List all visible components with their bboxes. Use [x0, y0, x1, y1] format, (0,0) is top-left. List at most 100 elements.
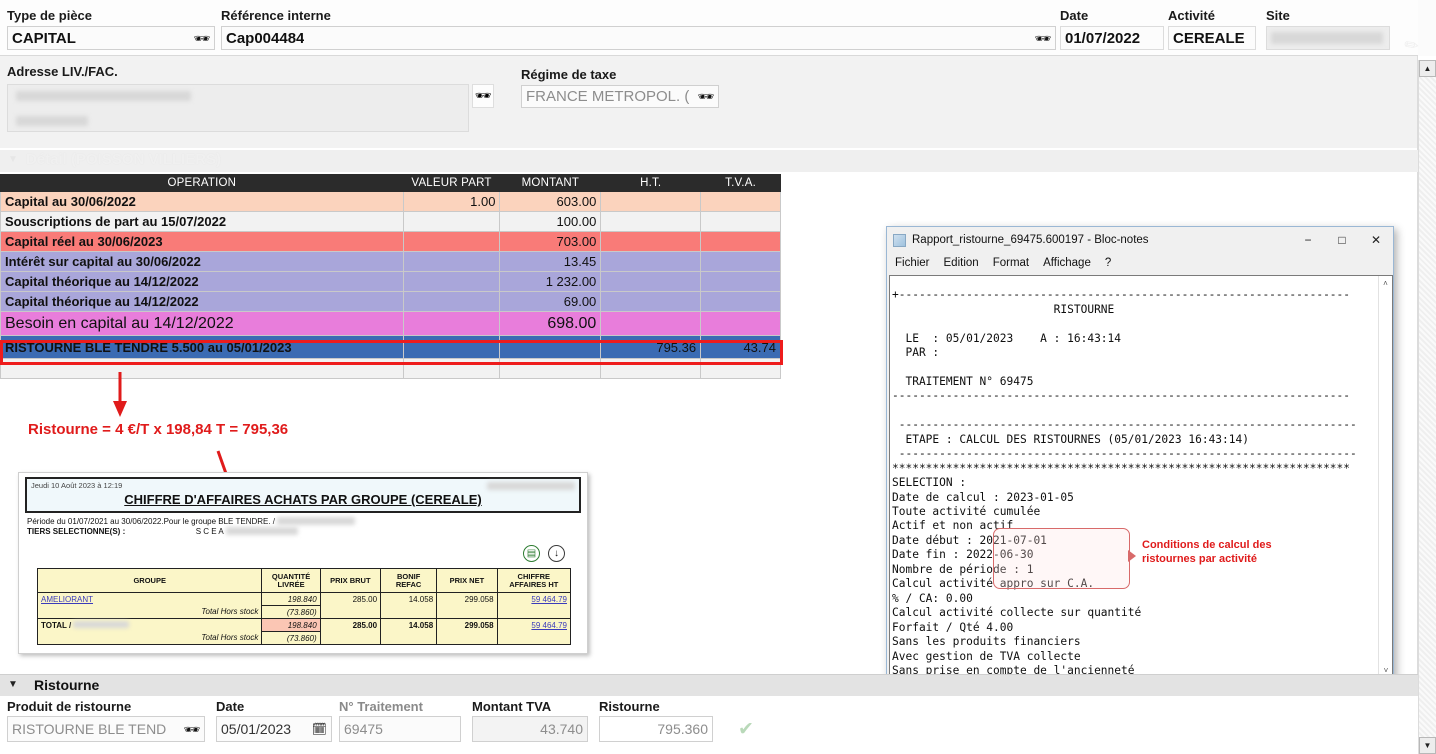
col-operation[interactable]: OPERATION [1, 175, 404, 192]
report-row: Total Hors stock (73.860) [38, 606, 571, 619]
download-icon[interactable]: ↓ [548, 545, 565, 562]
rep-col-prix-net[interactable]: PRIX NET [437, 569, 497, 593]
activite-field[interactable]: CEREALE [1168, 26, 1256, 50]
site-label: Site [1266, 8, 1290, 23]
menu-format[interactable]: Format [993, 257, 1029, 269]
rep-col-groupe-l1: GROUPE [39, 577, 260, 585]
report-tiers-label: TIERS SELECTIONNE(S) : [27, 527, 125, 536]
cell-tva [701, 192, 781, 212]
check-circle-icon[interactable]: ✔ [738, 718, 754, 741]
ristourne-amount-value: 795.360 [657, 721, 708, 737]
table-row[interactable]: Capital au 30/06/2022 1.00 603.00 [1, 192, 781, 212]
calendar-icon[interactable]: 🗓 [312, 723, 327, 735]
menu-edition[interactable]: Edition [944, 257, 979, 269]
maximize-button[interactable]: □ [1325, 227, 1359, 253]
rep-col-bonif[interactable]: BONIF REFAC [381, 569, 437, 593]
rep-cell-empty [320, 606, 380, 619]
rep-cell-empty [497, 606, 570, 619]
cell-tva [701, 252, 781, 272]
notepad-menubar[interactable]: Fichier Edition Format Affichage ? [887, 253, 1393, 273]
report-tiers-value: S C E A [196, 527, 224, 536]
rep-col-quantite[interactable]: QUANTITÉ LIVRÉE [262, 569, 320, 593]
date-field[interactable]: 01/07/2022 [1060, 26, 1164, 50]
collapse-caret-icon[interactable]: ▼ [8, 154, 18, 165]
rep-cell-groupe-link[interactable]: AMELIORANT [41, 595, 93, 604]
reference-interne-field[interactable]: Cap004484 🕶 [221, 26, 1056, 50]
printer-icon[interactable]: ▤ [523, 545, 540, 562]
scroll-up-button[interactable]: ▲ [1419, 60, 1436, 77]
collapse-caret-icon[interactable]: ▼ [8, 679, 18, 690]
table-row[interactable]: Capital théorique au 14/12/2022 69.00 [1, 292, 781, 312]
menu-aide[interactable]: ? [1105, 257, 1111, 269]
report-toolbar[interactable]: ▤ ↓ [523, 545, 565, 562]
ristourne-section-header[interactable]: ▼ Ristourne [0, 674, 1418, 696]
type-piece-field[interactable]: CAPITAL 🕶 [7, 26, 215, 50]
col-montant[interactable]: MONTANT [500, 175, 601, 192]
table-row[interactable]: Besoin en capital au 14/12/2022 698.00 [1, 312, 781, 336]
detail-section-header[interactable]: ▼ Détail (POISSON VILLIERS) [0, 150, 1418, 172]
report-row[interactable]: AMELIORANT 198.840 285.00 14.058 299.058… [38, 593, 571, 606]
table-row[interactable]: Capital réel au 30/06/2023 703.00 [1, 232, 781, 252]
notepad-title: Rapport_ristourne_69475.600197 - Bloc-no… [912, 234, 1149, 246]
window-controls[interactable]: − □ ✕ [1291, 227, 1393, 253]
binoculars-icon[interactable]: 🕶 [1034, 32, 1051, 45]
table-row[interactable]: Souscriptions de part au 15/07/2022 100.… [1, 212, 781, 232]
ristourne-panel: Produit de ristourne RISTOURNE BLE TEND … [0, 696, 1418, 754]
rep-col-ca[interactable]: CHIFFRE AFFAIRES HT [497, 569, 570, 593]
adresse-field[interactable] [7, 84, 469, 132]
produit-ristourne-field[interactable]: RISTOURNE BLE TEND 🕶 [7, 716, 205, 742]
notepad-window[interactable]: Rapport_ristourne_69475.600197 - Bloc-no… [886, 226, 1394, 726]
rep-col-prix-brut[interactable]: PRIX BRUT [320, 569, 380, 593]
table-row[interactable]: Capital théorique au 14/12/2022 1 232.00 [1, 272, 781, 292]
rep-cell-empty [437, 632, 497, 645]
callout-line-2: ristournes par activité [1142, 552, 1302, 566]
rep-cell-subtotal2-label: Total Hors stock [201, 633, 258, 642]
page-vertical-scrollbar[interactable]: ▲ ▼ [1418, 60, 1436, 754]
menu-fichier[interactable]: Fichier [895, 257, 930, 269]
rep-col-groupe[interactable]: GROUPE [38, 569, 262, 593]
minimize-button[interactable]: − [1291, 227, 1325, 253]
col-valeur-part[interactable]: VALEUR PART [403, 175, 500, 192]
cell-montant: 69.00 [500, 292, 601, 312]
notepad-titlebar[interactable]: Rapport_ristourne_69475.600197 - Bloc-no… [887, 227, 1393, 253]
table-row[interactable]: Intérêt sur capital au 30/06/2022 13.45 [1, 252, 781, 272]
detail-table: OPERATION VALEUR PART MONTANT H.T. T.V.A… [0, 174, 781, 379]
rep-cell-total-ca-link[interactable]: 59 464.79 [531, 621, 567, 630]
scroll-track[interactable] [1419, 77, 1436, 737]
cell-tva [701, 359, 781, 379]
rep-cell-ca-link[interactable]: 59 464.79 [531, 595, 567, 604]
binoculars-icon[interactable]: 🕶 [193, 32, 210, 45]
rep-cell-qty: 198.840 [288, 595, 317, 604]
adresse-line1-redacted [16, 91, 191, 101]
notepad-vertical-scrollbar[interactable]: ˄ ˅ [1378, 276, 1392, 694]
menu-affichage[interactable]: Affichage [1043, 257, 1091, 269]
notepad-content[interactable]: +---------------------------------------… [892, 288, 1377, 695]
scroll-up-icon[interactable]: ˄ [1379, 276, 1392, 290]
embedded-report[interactable]: Jeudi 10 Août 2023 à 12:19 CHIFFRE D'AFF… [18, 472, 588, 654]
cell-tva [701, 312, 781, 336]
regime-taxe-field[interactable]: FRANCE METROPOL. ( 🕶 [521, 85, 719, 108]
report-title: CHIFFRE D'AFFAIRES ACHATS PAR GROUPE (CE… [27, 492, 579, 507]
site-field[interactable] [1266, 26, 1390, 50]
traitement-field: 69475 [339, 716, 461, 742]
col-ht[interactable]: H.T. [601, 175, 701, 192]
table-row-selected[interactable]: RISTOURNE BLE TENDRE 5.500 au 05/01/2023… [1, 336, 781, 359]
scroll-down-button[interactable]: ▼ [1419, 737, 1436, 754]
report-total-row[interactable]: TOTAL / 198.840 285.00 14.058 299.058 59… [38, 619, 571, 632]
notepad-text-area[interactable]: +---------------------------------------… [889, 275, 1393, 695]
adresse-lookup-button[interactable]: 🕶 [472, 84, 494, 108]
rep-cell-total-qty: 198.840 [262, 619, 320, 632]
ristourne-amount-field[interactable]: 795.360 [599, 716, 713, 742]
ristourne-date-field[interactable]: 05/01/2023 🗓 [216, 716, 332, 742]
col-tva[interactable]: T.V.A. [701, 175, 781, 192]
binoculars-icon[interactable]: 🕶 [697, 90, 714, 103]
cell-valeur-part [403, 252, 500, 272]
binoculars-icon[interactable]: 🕶 [183, 723, 200, 736]
report-date: Jeudi 10 Août 2023 à 12:19 [31, 481, 122, 490]
cell-tva [701, 272, 781, 292]
formula-annotation: Ristourne = 4 €/T x 198,84 T = 795,36 [28, 421, 288, 438]
close-button[interactable]: ✕ [1359, 227, 1393, 253]
montant-tva-value: 43.740 [540, 721, 583, 737]
cell-ht [601, 212, 701, 232]
table-row[interactable] [1, 359, 781, 379]
